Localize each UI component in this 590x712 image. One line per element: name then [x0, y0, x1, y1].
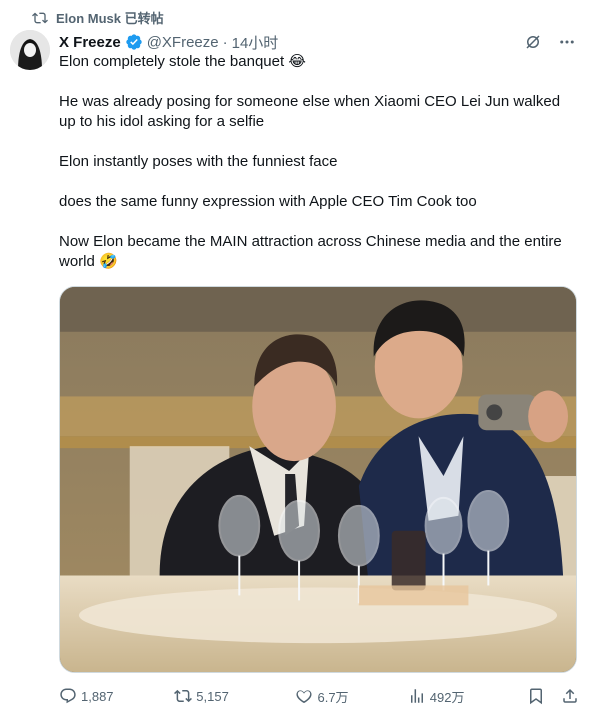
author-handle[interactable]: @XFreeze: [147, 34, 219, 51]
like-count: 6.7万: [317, 689, 349, 705]
heart-icon: [296, 690, 313, 704]
reply-button[interactable]: 1,887: [59, 687, 174, 705]
tweet-paragraph: does the same funny expression with Appl…: [59, 193, 477, 210]
like-button[interactable]: 6.7万: [295, 687, 407, 706]
bookmark-icon[interactable]: [527, 687, 545, 705]
repost-icon: [174, 689, 193, 703]
more-options-icon[interactable]: [558, 33, 576, 51]
share-icon[interactable]: [561, 687, 579, 705]
banquet-photo: [60, 287, 576, 672]
repost-label: Elon Musk 已转帖: [56, 11, 164, 26]
verified-badge-icon[interactable]: [125, 33, 143, 51]
reply-icon: [60, 688, 76, 704]
repost-count: 5,157: [196, 688, 229, 704]
avatar-image: [10, 30, 50, 70]
tweet-paragraph: Now Elon became the MAIN attraction acro…: [59, 233, 562, 270]
avatar[interactable]: [10, 30, 50, 70]
tweet-actions: 1,887 5,157 6.7万 492万: [59, 684, 579, 708]
repost-icon: [32, 12, 48, 23]
tweet-media-photo[interactable]: [59, 286, 577, 673]
tweet-paragraph: Elon completely stole the banquet 😂: [59, 53, 306, 70]
separator-dot: ·: [222, 33, 228, 51]
post-time[interactable]: 14小时: [232, 32, 279, 53]
view-count: 492万: [429, 689, 465, 705]
author-name[interactable]: X Freeze: [59, 34, 121, 51]
reply-count: 1,887: [81, 688, 114, 704]
repost-button[interactable]: 5,157: [174, 687, 295, 705]
tweet-header: X Freeze @XFreeze · 14小时: [59, 31, 576, 53]
tweet-paragraph: Elon instantly poses with the funniest f…: [59, 153, 338, 170]
tweet-paragraph: He was already posing for someone else w…: [59, 93, 561, 130]
repost-indicator[interactable]: Elon Musk 已转帖: [32, 8, 164, 27]
tweet-text: Elon completely stole the banquet 😂 He w…: [59, 52, 579, 272]
views-button[interactable]: 492万: [408, 687, 527, 706]
grok-icon[interactable]: [524, 33, 542, 51]
analytics-icon: [410, 689, 423, 703]
